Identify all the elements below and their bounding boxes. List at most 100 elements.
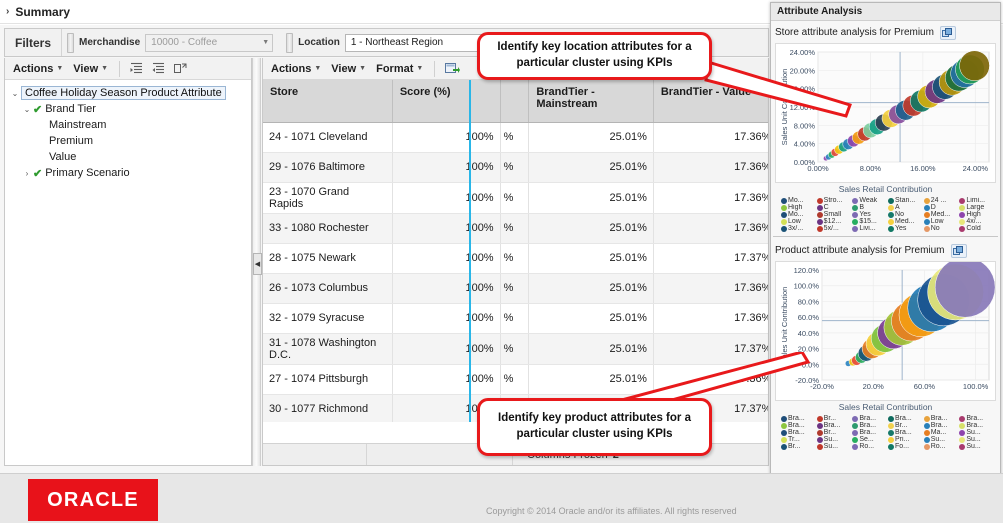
column-header-score[interactable]: Score (%) [392,80,501,123]
legend-item[interactable]: Bra... [888,429,923,436]
column-header-unit[interactable] [500,80,530,123]
detach-chart-icon[interactable] [939,25,956,40]
legend-item[interactable]: Yes [888,225,923,232]
legend-item[interactable]: Su... [959,443,994,450]
legend-item[interactable]: Livi... [852,225,887,232]
legend-item[interactable]: Stan... [888,197,923,204]
legend-item[interactable]: Bra... [923,415,959,422]
legend-item[interactable]: Tr... [781,436,816,443]
legend-item[interactable]: Large [959,204,994,211]
legend-item[interactable]: 5x/... [816,225,852,232]
store-chart-legend[interactable]: Mo... Stro... Weak Stan... 24 ... Limi... High… [775,194,996,234]
legend-item[interactable]: 24 ... [923,197,959,204]
legend-item[interactable]: Bra... [781,429,816,436]
grid-actions-menu[interactable]: Actions ▼ [267,61,325,77]
legend-item[interactable]: Bra... [852,422,887,429]
tree-item-primary-scenario[interactable]: › ✔ Primary Scenario [9,165,247,181]
legend-item[interactable]: Fo... [888,443,923,450]
table-row[interactable]: 23 - 1070 Grand Rapids100%%25.01%17.36%5… [263,182,768,214]
detach-icon[interactable] [171,60,191,77]
table-row[interactable]: 33 - 1080 Rochester100%%25.01%17.36%57. [263,213,768,244]
export-to-excel-icon[interactable] [442,60,462,77]
legend-item[interactable]: Limi... [959,197,994,204]
legend-item[interactable]: Su... [816,443,852,450]
legend-item[interactable]: Se... [852,436,887,443]
legend-item[interactable]: Mo... [781,211,816,218]
product-chart-legend[interactable]: Bra... Br... Bra... Bra... Bra... Bra... Bra..… [775,412,996,452]
chevron-down-icon[interactable]: ▼ [256,39,269,46]
legend-item[interactable]: Su... [959,436,994,443]
legend-item[interactable]: Bra... [959,415,994,422]
legend-item[interactable]: Bra... [852,415,887,422]
twisty-icon[interactable]: › [21,169,33,178]
legend-item[interactable]: A [888,204,923,211]
legend-item[interactable]: Cold [959,225,994,232]
legend-item[interactable]: Su... [816,436,852,443]
table-row[interactable]: 26 - 1073 Columbus100%%25.01%17.36%57. [263,273,768,304]
filter-grip-location[interactable] [286,32,294,53]
legend-item[interactable]: 3x/... [781,225,816,232]
legend-item[interactable]: Bra... [781,422,816,429]
legend-item[interactable]: $12... [816,218,852,225]
legend-item[interactable]: C [816,204,852,211]
expand-all-icon[interactable] [127,60,147,77]
legend-item[interactable]: Ro... [852,443,887,450]
legend-item[interactable]: Ro... [923,443,959,450]
tree-actions-menu[interactable]: Actions ▼ [9,61,67,77]
legend-item[interactable]: No [923,225,959,232]
legend-item[interactable]: Yes [852,211,887,218]
collapse-all-icon[interactable] [149,60,169,77]
legend-item[interactable]: Med... [923,211,959,218]
detach-chart-icon[interactable] [950,243,967,258]
twisty-icon[interactable]: ⌄ [21,105,33,114]
legend-item[interactable]: Br... [888,422,923,429]
table-row[interactable]: 28 - 1075 Newark100%%25.01%17.37%57. [263,243,768,274]
legend-item[interactable]: Low [781,218,816,225]
filters-label[interactable]: Filters [5,29,63,56]
tree-view-menu[interactable]: View ▼ [69,61,112,77]
legend-item[interactable]: Low [923,218,959,225]
legend-item[interactable]: Pri... [888,436,923,443]
legend-item[interactable]: Bra... [888,415,923,422]
location-select[interactable]: 1 - Northeast Region ▼ [344,33,490,52]
legend-item[interactable]: Br... [816,429,852,436]
legend-item[interactable]: High [959,211,994,218]
legend-item[interactable]: Bra... [816,422,852,429]
grid-view-menu[interactable]: View ▼ [327,61,370,77]
chevron-right-icon[interactable]: › [6,6,9,17]
legend-item[interactable]: Small [816,211,852,218]
legend-item[interactable]: 4x/... [959,218,994,225]
store-attribute-scatter-chart[interactable]: 0.00% 4.00% 8.00% 12.00% 16.00% 20.00% 24.00% 0… [775,43,996,183]
merchandise-select[interactable]: 10000 - Coffee ▼ [145,33,274,52]
table-row[interactable]: 31 - 1078 Washington D.C. 100%% 25.01% 17.3… [263,333,768,365]
legend-item[interactable]: Weak [852,197,887,204]
product-attribute-scatter-chart[interactable]: -20.0% 0.0% 20.0% 40.0% 60.0% 80.0% 100.0% 120.… [775,257,996,401]
tree-root-row[interactable]: ⌄ Coffee Holiday Season Product Attribut… [9,85,247,101]
column-header-store[interactable]: Store [263,80,393,123]
legend-item[interactable]: Bra... [852,429,887,436]
table-row[interactable]: 24 - 1071 Cleveland100%%25.01%17.36%57. [263,122,768,153]
legend-item[interactable]: High [781,204,816,211]
splitter-collapse-handle[interactable]: ◀ [253,253,262,275]
grid-scroll-area[interactable]: Store Score (%) BrandTier - Mainstream B… [263,80,768,422]
legend-item[interactable]: Mo... [781,197,816,204]
legend-item[interactable]: Br... [781,443,816,450]
legend-item[interactable]: Bra... [959,422,994,429]
legend-item[interactable]: Br... [816,415,852,422]
legend-item[interactable]: Stro... [816,197,852,204]
legend-item[interactable]: D [923,204,959,211]
table-row[interactable]: 32 - 1079 Syracuse100%%25.01%17.36%57. [263,303,768,334]
legend-item[interactable]: No [888,211,923,218]
grid-format-menu[interactable]: Format ▼ [372,61,427,77]
legend-item[interactable]: B [852,204,887,211]
filter-grip-merchandise[interactable] [67,32,75,53]
legend-item[interactable]: Bra... [781,415,816,422]
legend-item[interactable]: Su... [923,436,959,443]
column-header-brandtier-mainstream[interactable]: BrandTier - Mainstream [528,80,654,123]
tree-item-mainstream[interactable]: Mainstream [9,117,247,133]
tree-item-premium[interactable]: Premium [9,133,247,149]
table-row[interactable]: 27 - 1074 Pittsburgh100%%25.01%17.36%57. [263,364,768,395]
legend-item[interactable]: Ma... [923,429,959,436]
column-header-brandtier-value[interactable]: BrandTier - Value [653,80,768,123]
legend-item[interactable]: Bra... [923,422,959,429]
